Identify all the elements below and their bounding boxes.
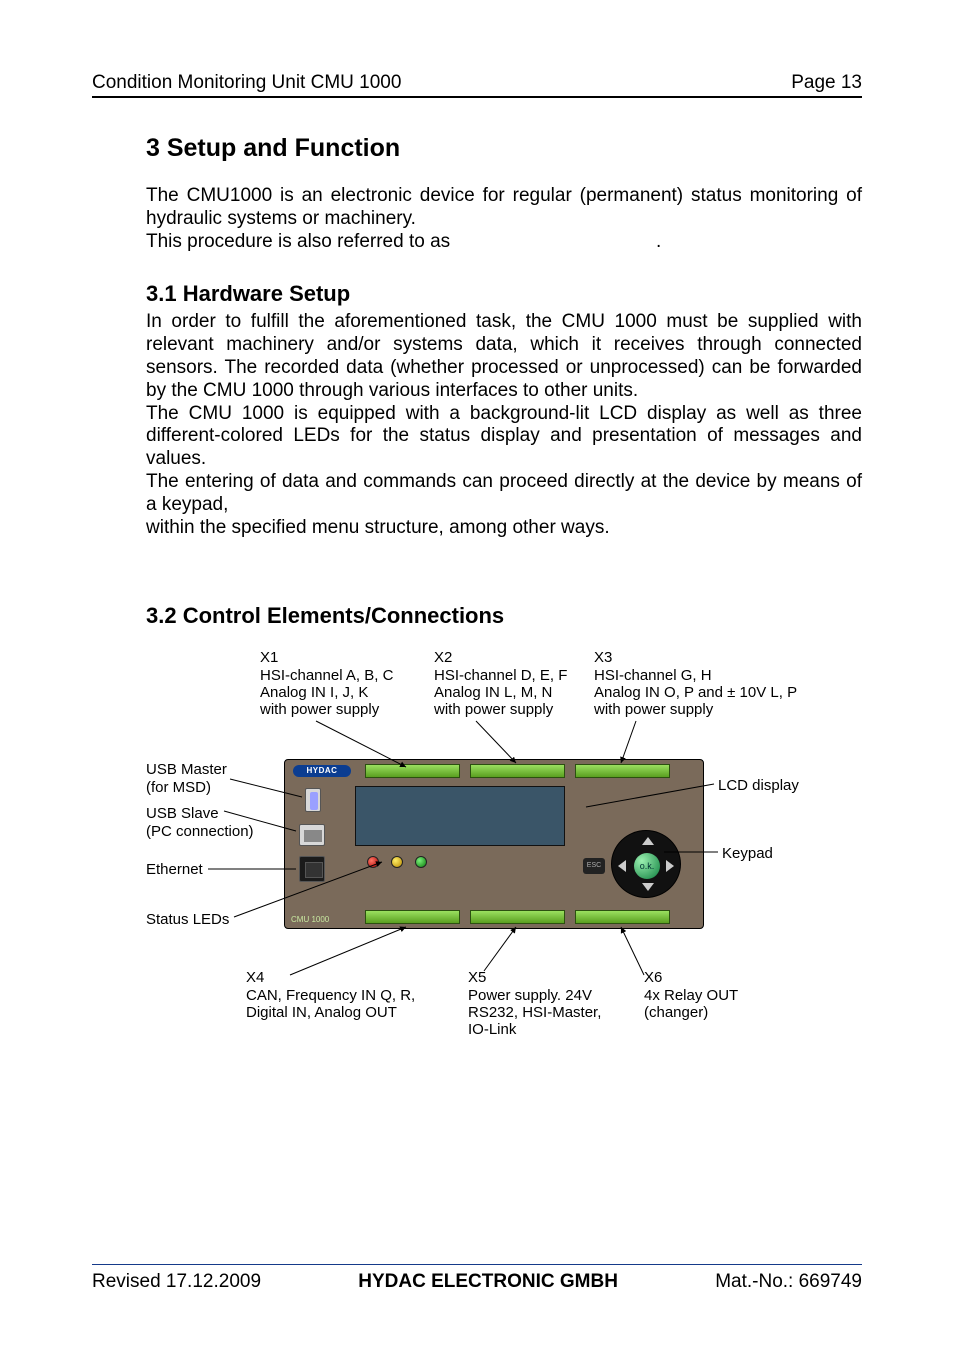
footer-left: Revised 17.12.2009 (92, 1271, 261, 1293)
keypad-icon: ESC o.k. (581, 830, 681, 898)
callout-ethernet: Ethernet (146, 861, 203, 878)
connector-x6 (575, 910, 670, 924)
page-footer: Revised 17.12.2009 HYDAC ELECTRONIC GMBH… (92, 1264, 862, 1293)
device-diagram: X1 HSI-channel A, B, C Analog IN I, J, K… (146, 649, 862, 1059)
connector-x5 (470, 910, 565, 924)
hardware-para-2: The CMU 1000 is equipped with a backgrou… (146, 403, 862, 471)
esc-button-icon: ESC (583, 858, 605, 874)
callout-x4: X4 CAN, Frequency IN Q, R, Digital IN, A… (246, 969, 415, 1021)
ethernet-port-icon (299, 856, 325, 882)
connector-x1 (365, 764, 460, 778)
hardware-para-4: within the specified menu structure, amo… (146, 517, 862, 540)
callout-x5: X5 Power supply. 24V RS232, HSI-Master, … (468, 969, 601, 1038)
callout-usb-slave: USB Slave (PC connection) (146, 805, 254, 840)
header-right: Page 13 (791, 72, 862, 94)
callout-x6: X6 4x Relay OUT (changer) (644, 969, 738, 1021)
led-yellow-icon (391, 856, 403, 868)
led-red-icon (367, 856, 379, 868)
model-label: CMU 1000 (291, 915, 329, 924)
callout-status-leds: Status LEDs (146, 911, 229, 928)
connector-x2 (470, 764, 565, 778)
callout-x2: X2 HSI-channel D, E, F Analog IN L, M, N… (434, 649, 567, 718)
callout-x1: X1 HSI-channel A, B, C Analog IN I, J, K… (260, 649, 393, 718)
brand-badge: HYDAC (293, 765, 351, 777)
hardware-para-3: The entering of data and commands can pr… (146, 471, 862, 517)
dpad-icon: o.k. (611, 830, 681, 898)
section-heading: 3 Setup and Function (146, 134, 862, 163)
page-header: Condition Monitoring Unit CMU 1000 Page … (92, 72, 862, 98)
callout-x3: X3 HSI-channel G, H Analog IN O, P and ±… (594, 649, 797, 718)
callout-lcd: LCD display (718, 777, 799, 794)
led-green-icon (415, 856, 427, 868)
intro-paragraph-2: This procedure is also referred to as . (146, 231, 862, 254)
device-body: HYDAC CMU 1000 ESC (284, 759, 704, 929)
usb-slave-port-icon (299, 824, 325, 846)
footer-right: Mat.-No.: 669749 (715, 1271, 862, 1293)
ok-button-icon: o.k. (634, 853, 660, 879)
usb-master-port-icon (305, 788, 321, 812)
callout-usb-master: USB Master (for MSD) (146, 761, 227, 796)
connector-x4 (365, 910, 460, 924)
hardware-para-1: In order to fulfill the aforementioned t… (146, 311, 862, 402)
footer-center: HYDAC ELECTRONIC GMBH (358, 1271, 618, 1293)
status-leds-icon (367, 856, 427, 868)
callout-keypad: Keypad (722, 845, 773, 862)
lcd-screen-icon (355, 786, 565, 846)
subsection-control-elements: 3.2 Control Elements/Connections (146, 603, 862, 629)
subsection-hardware-setup: 3.1 Hardware Setup (146, 281, 862, 307)
connector-x3 (575, 764, 670, 778)
header-left: Condition Monitoring Unit CMU 1000 (92, 72, 401, 94)
intro-paragraph-1: The CMU1000 is an electronic device for … (146, 185, 862, 231)
